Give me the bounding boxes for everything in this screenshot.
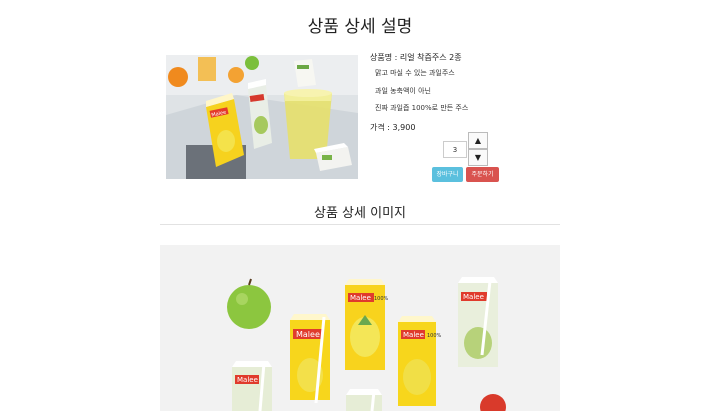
carton-brand-text: Malee [237,376,258,384]
carton-label-text: 100% [427,333,442,339]
add-to-cart-button[interactable]: 장바구니 [432,167,463,182]
carton-brand-text: Malee [463,293,484,301]
product-description-3: 진짜 과일즙 100%로 만든 주스 [375,104,469,112]
carton-brand-text: Malee [350,294,371,302]
carton-brand-text: Malee [296,330,320,339]
order-button[interactable]: 주문하기 [466,167,499,182]
product-detail-photo: Malee Malee 100% Malee 100% Malee Malee [160,245,560,411]
product-price: 가격 : 3,900 [370,123,416,132]
quantity-decrement-button[interactable]: ▼ [468,149,488,166]
quantity-increment-button[interactable]: ▲ [468,132,488,149]
page-title: 상품 상세 설명 [307,17,413,37]
section-divider [160,224,560,225]
carton-brand-text: Malee [403,331,424,339]
product-photo: Malee [166,55,358,179]
product-name: 상품명 : 리얼 착즙주스 2종 [370,53,462,62]
product-description-1: 맑고 마실 수 있는 과일주스 [375,69,455,77]
product-description-2: 과일 농축액이 아닌 [375,87,431,95]
quantity-input[interactable] [443,141,467,158]
detail-section-title: 상품 상세 이미지 [314,206,406,221]
carton-label-text: 100% [374,296,389,302]
